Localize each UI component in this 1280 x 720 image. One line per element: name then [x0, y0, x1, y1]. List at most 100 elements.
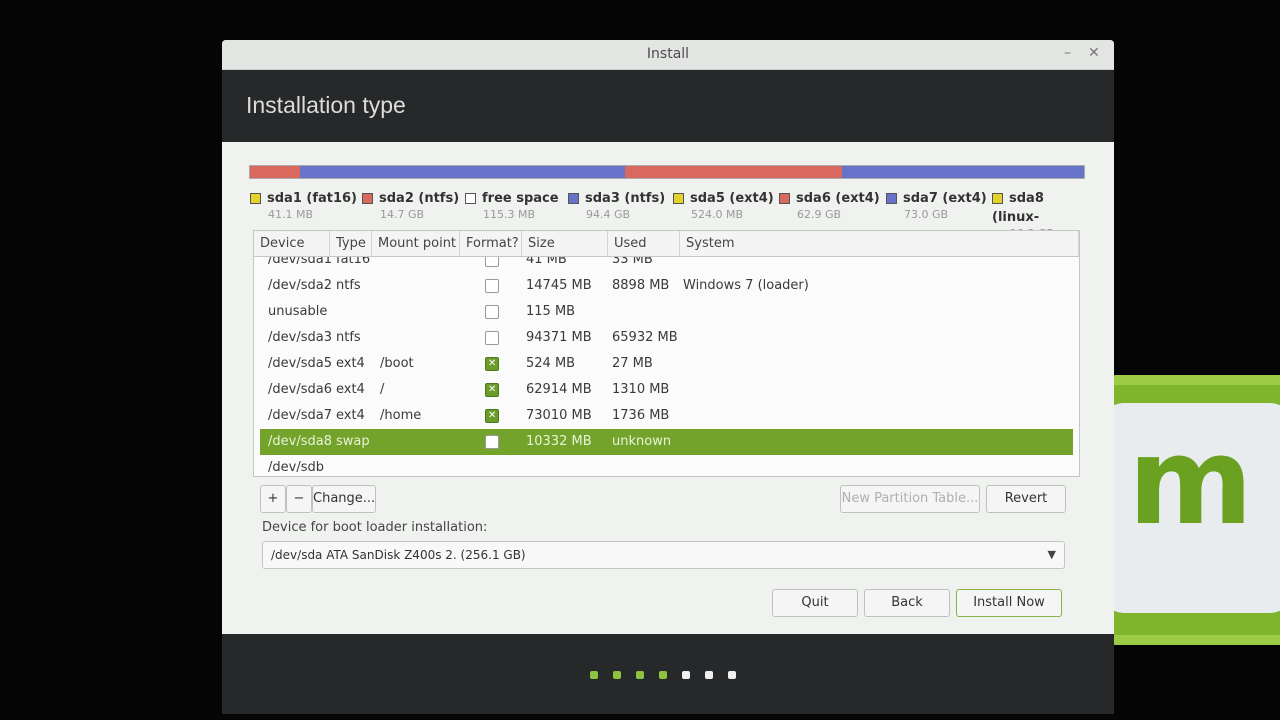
bootloader-device-value: /dev/sda ATA SanDisk Z400s 2. (256.1 GB)	[271, 548, 526, 562]
cell-type: swap	[336, 434, 370, 449]
partition-bar	[249, 165, 1085, 179]
legend-size: 73.0 GB	[904, 208, 949, 221]
cell-device: /dev/sda7	[268, 408, 332, 423]
back-button[interactable]: Back	[864, 589, 950, 617]
footer-bar	[222, 634, 1114, 714]
column-header[interactable]: System	[680, 231, 1079, 256]
bootloader-label: Device for boot loader installation:	[262, 520, 488, 535]
table-row[interactable]: /dev/sda2 ntfs 14745 MB 8898 MB Windows 7 (l…	[260, 273, 1073, 299]
cell-size: 14745 MB	[526, 278, 592, 293]
progress-dot	[659, 671, 667, 679]
format-checkbox[interactable]	[485, 257, 499, 267]
legend-size: 14.7 GB	[380, 208, 425, 221]
format-checkbox[interactable]	[485, 305, 499, 319]
progress-dot	[613, 671, 621, 679]
column-header[interactable]: Type	[330, 231, 372, 256]
partition-legend: sda1 (fat16) 41.1 MB sda2 (ntfs) 14.7 GB fre…	[250, 188, 1086, 240]
window-title: Install	[646, 46, 690, 62]
cell-system: Windows 7 (loader)	[683, 278, 809, 293]
cell-device: /dev/sda8	[268, 434, 332, 449]
table-row[interactable]: /dev/sda7 ext4/home 73010 MB 1736 MB	[260, 403, 1073, 429]
title-bar: Install – ✕	[222, 40, 1114, 70]
format-checkbox[interactable]	[485, 331, 499, 345]
cell-size: 73010 MB	[526, 408, 592, 423]
progress-dot	[636, 671, 644, 679]
cell-size: 94371 MB	[526, 330, 592, 345]
cell-device: /dev/sda1	[268, 257, 332, 267]
cell-device: /dev/sda2	[268, 278, 332, 293]
legend-swatch	[779, 193, 790, 204]
format-checkbox[interactable]	[485, 435, 499, 449]
column-header[interactable]: Format?	[460, 231, 522, 256]
table-row[interactable]: /dev/sda8 swap 10332 MB unknown	[260, 429, 1073, 455]
progress-dots	[590, 671, 736, 679]
cell-device: /dev/sda5	[268, 356, 332, 371]
format-checkbox[interactable]	[485, 383, 499, 397]
table-body: /dev/sda1 fat16 41 MB 33 MB/dev/sda2 ntfs 147…	[254, 257, 1079, 476]
table-header: Device Type Mount point Format? Size Used Syst…	[254, 231, 1079, 257]
cell-used: 65932 MB	[612, 330, 678, 345]
cell-used: 33 MB	[612, 257, 653, 267]
legend-size: 524.0 MB	[691, 208, 744, 221]
legend-size: 94.4 GB	[586, 208, 631, 221]
format-checkbox[interactable]	[485, 279, 499, 293]
change-partition-button[interactable]: Change...	[312, 485, 376, 513]
legend-swatch	[992, 193, 1003, 204]
legend-name: sda6 (ext4)	[796, 191, 880, 206]
cell-mount: /home	[380, 408, 422, 423]
cell-type: fat16	[336, 257, 371, 267]
close-icon[interactable]: ✕	[1088, 45, 1100, 61]
legend-name: sda2 (ntfs)	[379, 191, 460, 206]
legend-name: free space	[482, 191, 559, 206]
partition-bar-segment	[625, 166, 843, 178]
quit-button[interactable]: Quit	[772, 589, 858, 617]
table-row[interactable]: /dev/sda3 ntfs 94371 MB 65932 MB	[260, 325, 1073, 351]
format-checkbox[interactable]	[485, 409, 499, 423]
legend-swatch	[250, 193, 261, 204]
table-row[interactable]: unusable 115 MB	[260, 299, 1073, 325]
legend-swatch	[568, 193, 579, 204]
revert-button[interactable]: Revert	[986, 485, 1066, 513]
new-partition-table-button[interactable]: New Partition Table...	[840, 485, 980, 513]
format-checkbox[interactable]	[485, 357, 499, 371]
minimize-icon[interactable]: –	[1064, 45, 1071, 61]
table-row[interactable]: /dev/sda1 fat16 41 MB 33 MB	[260, 257, 1073, 273]
partition-bar-segment	[300, 166, 626, 178]
page-title: Installation type	[246, 92, 406, 118]
add-partition-button[interactable]: +	[260, 485, 286, 513]
install-now-button[interactable]: Install Now	[956, 589, 1062, 617]
table-row[interactable]: /dev/sda5 ext4/boot 524 MB 27 MB	[260, 351, 1073, 377]
cell-size: 524 MB	[526, 356, 576, 371]
table-row[interactable]: /dev/sda6 ext4 / 62914 MB 1310 MB	[260, 377, 1073, 403]
legend-name: sda7 (ext4)	[903, 191, 987, 206]
linux-mint-logo: m	[1088, 375, 1280, 645]
cell-used: 27 MB	[612, 356, 653, 371]
installer-window: Install – ✕ Installation type sda1 (fat1…	[222, 40, 1114, 714]
bootloader-device-select[interactable]: /dev/sda ATA SanDisk Z400s 2. (256.1 GB)…	[262, 541, 1065, 569]
cell-size: 62914 MB	[526, 382, 592, 397]
cell-used: 1736 MB	[612, 408, 670, 423]
column-header[interactable]: Device	[254, 231, 330, 256]
legend-item: sda1 (fat16) 41.1 MB	[250, 188, 357, 221]
cell-size: 10332 MB	[526, 434, 592, 449]
legend-name: sda1 (fat16)	[267, 191, 358, 206]
column-header[interactable]: Size	[522, 231, 608, 256]
cell-size: 41 MB	[526, 257, 567, 267]
column-header[interactable]: Mount point	[372, 231, 460, 256]
cell-device: /dev/sda6	[268, 382, 332, 397]
cell-used: 8898 MB	[612, 278, 670, 293]
table-row[interactable]: /dev/sdb	[260, 455, 1073, 476]
progress-dot	[590, 671, 598, 679]
cell-type: ntfs	[336, 330, 361, 345]
cell-type: ext4	[336, 356, 365, 371]
cell-device: /dev/sda3	[268, 330, 332, 345]
legend-item: sda2 (ntfs) 14.7 GB	[362, 188, 459, 221]
legend-item: sda3 (ntfs) 94.4 GB	[568, 188, 665, 221]
cell-type: ext4	[336, 382, 365, 397]
remove-partition-button[interactable]: −	[286, 485, 312, 513]
legend-size: 62.9 GB	[797, 208, 842, 221]
column-header[interactable]: Used	[608, 231, 680, 256]
legend-swatch	[886, 193, 897, 204]
legend-size: 115.3 MB	[483, 208, 536, 221]
progress-dot	[682, 671, 690, 679]
